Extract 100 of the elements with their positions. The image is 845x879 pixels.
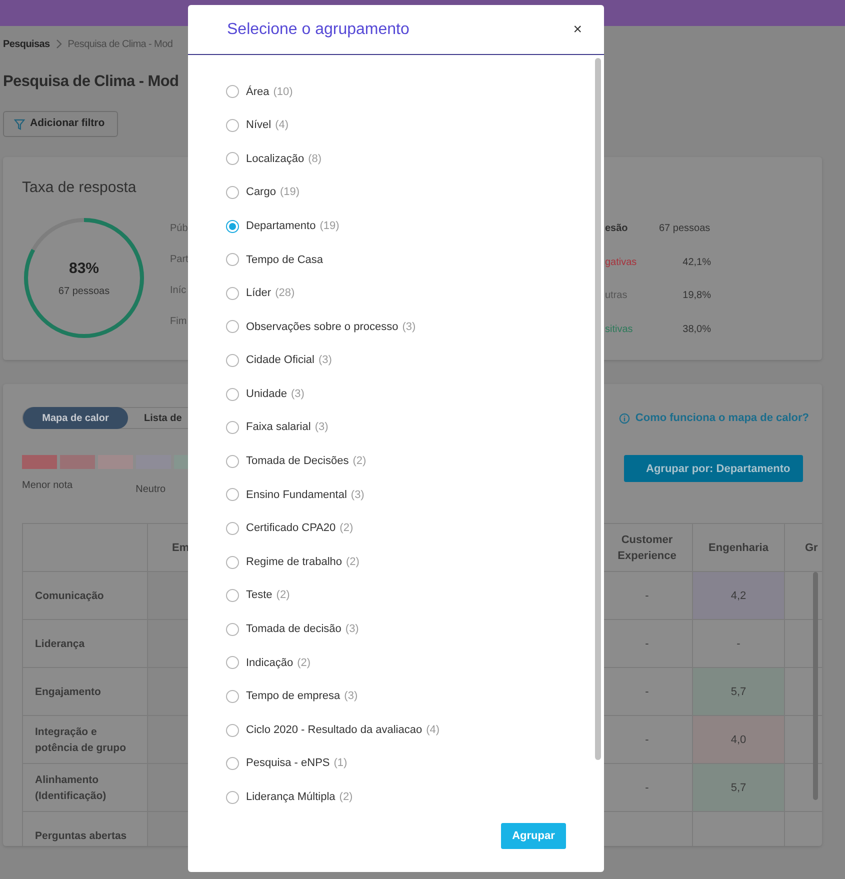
group-option[interactable]: Ciclo 2020 - Resultado da avaliacao (4) <box>226 713 440 747</box>
chevron-icon <box>56 39 62 49</box>
option-label: Certificado CPA20 <box>246 521 336 536</box>
radio-button[interactable] <box>226 757 239 770</box>
radio-button[interactable] <box>226 790 239 804</box>
radio-button[interactable] <box>226 522 239 536</box>
radio-button[interactable] <box>226 152 239 166</box>
radio-button[interactable] <box>226 454 239 468</box>
table-cell: 5,7 <box>692 764 784 812</box>
group-option[interactable]: Teste (2) <box>226 578 290 612</box>
radio-button[interactable] <box>226 286 239 300</box>
option-label: Nível <box>246 118 272 134</box>
option-label: Indicação <box>246 656 294 671</box>
option-count: (4) <box>275 118 289 134</box>
option-count: (3) <box>345 622 359 638</box>
radio-button[interactable] <box>226 656 239 670</box>
option-label: Unidade <box>246 386 287 402</box>
stat-value: 42,1% <box>682 256 711 270</box>
info-icon <box>619 412 630 424</box>
option-count: (19) <box>320 218 340 234</box>
option-label: Faixa salarial <box>246 420 311 436</box>
group-option[interactable]: Pesquisa - eNPS (1) <box>226 746 348 780</box>
stat-label: gativas <box>605 256 638 270</box>
group-option[interactable]: Tomada de decisão (3) <box>226 612 359 646</box>
option-label: Teste <box>246 588 272 604</box>
stat-value: 67 pessoas <box>659 222 711 236</box>
close-button[interactable]: × <box>573 22 582 37</box>
radio-button[interactable] <box>226 186 239 200</box>
column-header: Em <box>172 540 190 556</box>
table-header-cell: Engenharia <box>692 524 784 572</box>
radio-button[interactable] <box>226 690 239 703</box>
group-option[interactable]: Localização (8) <box>226 142 322 176</box>
add-filter-button[interactable]: Adicionar filtro <box>3 111 118 138</box>
option-count: (2) <box>339 790 353 806</box>
card-title: Taxa de resposta <box>22 179 136 198</box>
option-count: (10) <box>273 84 293 100</box>
breadcrumb-link[interactable]: Pesquisas <box>3 36 50 52</box>
view-tab[interactable]: Lista de <box>128 407 186 430</box>
group-option[interactable]: Certificado CPA20 (2) <box>226 512 354 546</box>
group-option[interactable]: Tempo de Casa <box>226 242 324 277</box>
radio-button[interactable] <box>226 220 239 233</box>
option-label: Tomada de Decisões <box>246 454 349 470</box>
group-option[interactable]: Tempo de empresa (3) <box>226 680 358 714</box>
option-label: Pesquisa - eNPS <box>246 756 330 772</box>
radio-button[interactable] <box>226 354 239 368</box>
stat-label: Fim <box>170 315 188 330</box>
option-count: (2) <box>297 656 311 671</box>
group-option[interactable]: Faixa salarial (3) <box>226 410 328 445</box>
option-count: (3) <box>290 386 304 402</box>
radio-button[interactable] <box>226 622 239 636</box>
radio-button[interactable] <box>226 556 239 569</box>
option-count: (8) <box>308 152 322 167</box>
option-label: Regime de trabalho <box>246 554 342 570</box>
radio-button[interactable] <box>226 118 239 132</box>
radio-button[interactable] <box>226 320 239 334</box>
option-label: Tempo de empresa <box>246 689 340 704</box>
radio-button[interactable] <box>226 85 239 98</box>
option-label: Tomada de decisão <box>246 622 342 638</box>
group-option[interactable]: Tomada de Decisões (2) <box>226 444 366 478</box>
option-count: (3) <box>314 420 328 436</box>
option-count: (3) <box>350 488 364 503</box>
group-option[interactable]: Observações sobre o processo (3) <box>226 310 416 344</box>
view-tab[interactable]: Mapa de calor <box>23 407 128 430</box>
stat-label: Iníc <box>170 284 188 298</box>
stat-label: Part <box>170 253 188 268</box>
option-count: (2) <box>352 454 366 470</box>
option-label: Cargo <box>246 185 276 200</box>
option-count: (1) <box>334 756 348 772</box>
stat-label: Púb <box>170 222 188 236</box>
option-label: Ciclo 2020 - Resultado da avaliacao <box>246 722 422 738</box>
radio-button[interactable] <box>226 421 239 434</box>
filter-icon <box>14 118 25 130</box>
radio-button[interactable] <box>226 488 239 502</box>
radio-button[interactable] <box>226 388 239 401</box>
group-option[interactable]: Cargo (19) <box>226 176 300 210</box>
group-option[interactable]: Ensino Fundamental (3) <box>226 478 364 512</box>
stat-value: 19,8% <box>682 289 711 304</box>
group-option[interactable]: Cidade Oficial (3) <box>226 344 332 378</box>
radio-button[interactable] <box>226 724 239 737</box>
option-label: Tempo de Casa <box>246 252 324 268</box>
option-label: Ensino Fundamental <box>246 488 347 503</box>
group-option[interactable]: Líder (28) <box>226 276 295 310</box>
stat-label: esão <box>605 222 629 236</box>
option-label: Líder <box>246 286 272 302</box>
group-option[interactable]: Liderança Múltipla (2) <box>226 780 353 814</box>
table-cell: 5,7 <box>692 668 784 716</box>
option-count: (2) <box>346 554 360 570</box>
group-option[interactable]: Unidade (3) <box>226 377 304 411</box>
option-count: (19) <box>280 185 300 200</box>
option-label: Cidade Oficial <box>246 353 314 368</box>
group-option[interactable]: Nível (4) <box>226 108 289 142</box>
radio-button[interactable] <box>226 253 239 266</box>
group-option[interactable]: Área (10) <box>226 75 293 109</box>
table-header-cell: Gr <box>784 524 822 572</box>
group-option[interactable]: Departamento (19) <box>226 209 340 243</box>
group-option[interactable]: Regime de trabalho (2) <box>226 545 360 579</box>
radio-button[interactable] <box>226 589 239 602</box>
table-cell: - <box>692 620 784 668</box>
group-option[interactable]: Indicação (2) <box>226 646 311 680</box>
option-count: (3) <box>402 320 416 335</box>
